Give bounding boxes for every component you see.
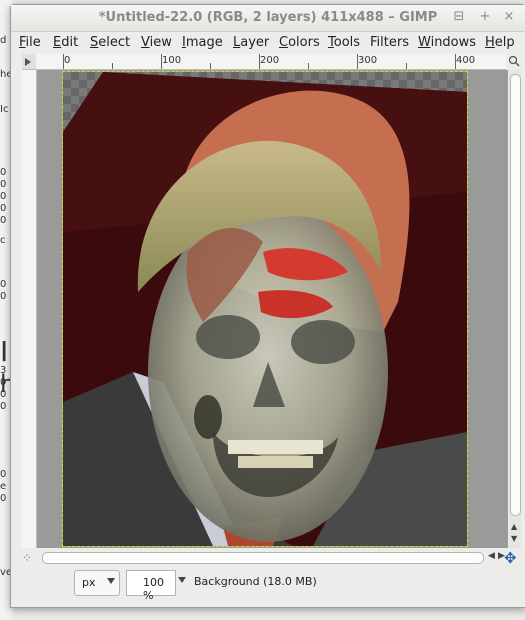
bg-fragment: 0: [0, 279, 7, 290]
menu-tools[interactable]: Tools: [328, 35, 360, 50]
menu-bar: File Edit Select View Image Layer Colors…: [11, 32, 525, 54]
menu-layer[interactable]: Layer: [233, 35, 269, 50]
zoom-dropdown-icon[interactable]: [178, 577, 186, 583]
close-icon[interactable]: ×: [501, 9, 517, 25]
bg-fragment: Ic: [0, 104, 9, 115]
layer-status-text: Background (18.0 MB): [194, 575, 317, 588]
teeth-upper: [228, 440, 323, 454]
bg-fragment: 0: [0, 179, 7, 190]
menu-help[interactable]: Help: [485, 35, 515, 50]
zoom-toggle-icon[interactable]: [508, 55, 520, 67]
status-bar: px 100 % Background (18.0 MB): [22, 570, 522, 602]
unit-selector[interactable]: px: [74, 570, 120, 596]
quick-mask-icon[interactable]: ⁘: [22, 551, 32, 565]
menu-label: ools: [333, 35, 361, 50]
menu-label: ayer: [240, 35, 270, 50]
menu-mnemonic: E: [53, 35, 62, 50]
menu-label: dit: [61, 35, 79, 50]
bg-fragment: 0: [0, 203, 7, 214]
ruler-tick: [210, 63, 211, 69]
unit-value: px: [82, 576, 96, 589]
image-canvas[interactable]: [62, 71, 468, 547]
horizontal-scroll-row: ⁘ ◀ ▶ ✥: [22, 550, 522, 566]
ruler-tick: [63, 54, 64, 69]
zoom-input[interactable]: 100 %: [126, 570, 176, 602]
bg-fragment: I: [0, 335, 9, 368]
canvas-area[interactable]: [37, 70, 508, 548]
menu-mnemonic: C: [279, 35, 289, 50]
bg-fragment: d: [0, 35, 7, 46]
menu-label: indows: [430, 35, 477, 50]
menu-label: Filters: [370, 35, 409, 50]
ruler-tick: [112, 63, 113, 69]
menu-mnemonic: W: [418, 35, 431, 50]
bg-fragment: 0: [0, 377, 7, 388]
bg-fragment: 0: [0, 167, 7, 178]
ruler-tick: [455, 54, 456, 69]
menu-label: elect: [98, 35, 131, 50]
scroll-up-icon[interactable]: ▲: [511, 522, 517, 531]
bg-fragment: 0: [0, 401, 7, 412]
zoom-value: 100 %: [143, 576, 164, 602]
menu-filters[interactable]: Filters: [370, 35, 409, 50]
ruler-tick: [308, 63, 309, 69]
scroll-down-icon[interactable]: ▼: [511, 534, 517, 543]
menu-edit[interactable]: Edit: [53, 35, 78, 50]
menu-colors[interactable]: Colors: [279, 35, 320, 50]
eye-socket-right: [291, 320, 355, 364]
bg-fragment: 0: [0, 215, 7, 226]
bg-fragment: 0: [0, 291, 7, 302]
bg-fragment: 0: [0, 389, 7, 400]
ruler-tick: [357, 54, 358, 69]
bg-fragment: c: [0, 235, 6, 246]
menu-label: olors: [288, 35, 320, 50]
bg-fragment: 0: [0, 493, 7, 504]
chevron-down-icon: [107, 578, 115, 584]
title-bar[interactable]: *Untitled-22.0 (RGB, 2 layers) 411x488 –…: [11, 5, 525, 32]
menu-select[interactable]: Select: [90, 35, 130, 50]
window-title: *Untitled-22.0 (RGB, 2 layers) 411x488 –…: [98, 10, 438, 25]
ruler-tick: [259, 54, 260, 69]
bg-fragment: e: [0, 481, 7, 492]
menu-file[interactable]: File: [19, 35, 41, 50]
bg-fragment: 3: [0, 365, 7, 376]
horizontal-ruler[interactable]: 0 100 200 300 400: [36, 54, 506, 70]
vertical-scrollbar[interactable]: ▲ ▼: [509, 70, 521, 548]
ruler-label: 300: [358, 55, 378, 66]
bg-fragment: 0: [0, 469, 7, 480]
eye-socket-left: [196, 315, 260, 359]
scroll-left-icon[interactable]: ◀: [488, 551, 495, 561]
menu-label: elp: [494, 35, 515, 50]
menu-windows[interactable]: Windows: [418, 35, 476, 50]
vertical-scroll-thumb[interactable]: [510, 74, 521, 516]
ruler-tick: [161, 54, 162, 69]
image-menu-button[interactable]: [22, 54, 37, 70]
maximize-icon[interactable]: ⊟: [451, 9, 467, 25]
menu-label: ile: [25, 35, 41, 50]
menu-mnemonic: V: [141, 35, 150, 50]
ruler-label: 400: [456, 55, 476, 66]
teeth-lower: [238, 456, 313, 468]
menu-mnemonic: H: [485, 35, 495, 50]
navigate-icon[interactable]: ✥: [504, 550, 520, 566]
ruler-label: 200: [260, 55, 280, 66]
ruler-label: 100: [162, 55, 182, 66]
menu-view[interactable]: View: [141, 35, 172, 50]
composite-image: [63, 72, 467, 546]
ruler-label: 0: [64, 55, 71, 66]
expand-icon[interactable]: +: [477, 9, 493, 25]
horizontal-scroll-thumb[interactable]: [42, 552, 484, 564]
cheek-hole: [194, 395, 222, 439]
menu-label: iew: [149, 35, 172, 50]
menu-label: mage: [185, 35, 223, 50]
ruler-tick: [406, 63, 407, 69]
vertical-ruler[interactable]: [22, 70, 37, 548]
bg-fragment: 0: [0, 191, 7, 202]
menu-image[interactable]: Image: [182, 35, 223, 50]
